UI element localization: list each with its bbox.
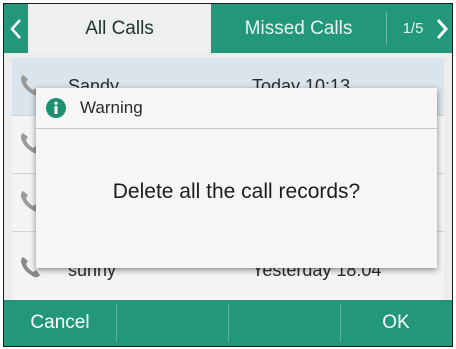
tab-divider — [386, 12, 387, 45]
tab-all-calls[interactable]: All Calls — [28, 4, 211, 53]
phone-screen: All Calls Missed Calls 1/5 Sandy Today 1… — [3, 3, 453, 347]
dialog-title: Warning — [80, 98, 143, 117]
cancel-button-label: Cancel — [30, 312, 90, 333]
ok-button[interactable]: OK — [340, 300, 452, 346]
page-indicator: 1/5 — [402, 20, 424, 37]
tab-bar: All Calls Missed Calls 1/5 — [4, 4, 452, 53]
softkey-bar: Cancel OK — [4, 300, 452, 346]
next-tab-arrow[interactable] — [432, 4, 452, 53]
tab-missed-calls-label: Missed Calls — [244, 17, 353, 39]
dialog-message: Delete all the call records? — [112, 180, 361, 203]
previous-tab-arrow[interactable] — [4, 4, 28, 53]
dialog-header: Warning — [36, 88, 437, 129]
warning-dialog: Warning Delete all the call records? — [36, 88, 437, 268]
ok-button-label: OK — [382, 312, 410, 333]
tab-missed-calls[interactable]: Missed Calls — [211, 4, 386, 53]
info-icon — [46, 98, 66, 118]
chevron-left-icon — [10, 18, 21, 39]
tab-all-calls-label: All Calls — [85, 17, 154, 39]
chevron-right-icon — [436, 18, 448, 39]
softkey-3[interactable] — [228, 300, 340, 346]
softkey-2[interactable] — [116, 300, 228, 346]
cancel-button[interactable]: Cancel — [4, 300, 116, 346]
